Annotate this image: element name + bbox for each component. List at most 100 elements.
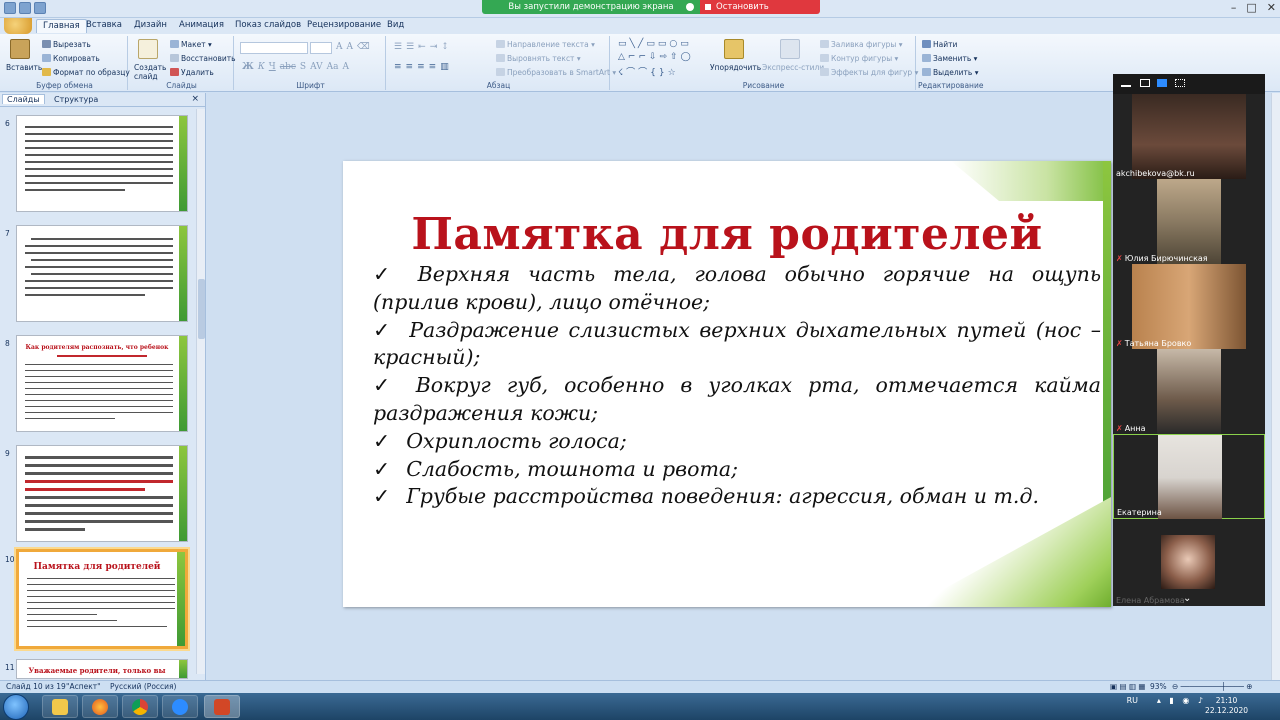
- quick-styles-button[interactable]: Экспресс-стили: [762, 63, 824, 72]
- zoom-level[interactable]: 93%: [1150, 682, 1167, 691]
- strikethrough-icon[interactable]: abc: [280, 62, 296, 72]
- shape-effects-button[interactable]: Эффекты для фигур ▾: [820, 68, 918, 77]
- language[interactable]: Русский (Россия): [110, 682, 176, 691]
- participant-tile[interactable]: Елена Абрамова ⌄: [1113, 519, 1265, 606]
- tab-review[interactable]: Рецензирование: [307, 20, 381, 30]
- slide-thumbnail-6[interactable]: [16, 115, 188, 212]
- reset-button[interactable]: Восстановить: [170, 54, 236, 63]
- layout-button[interactable]: Макет ▾: [170, 40, 212, 49]
- underline-icon[interactable]: Ч: [269, 62, 276, 72]
- cut-button[interactable]: Вырезать: [42, 40, 91, 49]
- shapes-gallery-row-3[interactable]: ☇⌒⌒{}☆: [618, 65, 679, 78]
- arrange-button[interactable]: Упорядочить: [710, 63, 761, 72]
- slide-thumbnail-7[interactable]: [16, 225, 188, 322]
- participant-tile-active[interactable]: Екатерина: [1113, 434, 1265, 520]
- canvas-scrollbar[interactable]: [1271, 93, 1280, 680]
- participant-tile[interactable]: ✗ Анна: [1113, 349, 1265, 434]
- tab-insert[interactable]: Вставка: [86, 20, 122, 30]
- clear-format-icon[interactable]: ⌫: [357, 42, 370, 52]
- shapes-gallery-row-2[interactable]: △⌐⌐⇩⇨⇧◯: [618, 52, 694, 62]
- tab-view[interactable]: Вид: [387, 20, 404, 30]
- smartart-button[interactable]: Преобразовать в SmartArt ▾: [496, 68, 616, 77]
- justify-icon[interactable]: ≡: [429, 62, 437, 72]
- participant-tile[interactable]: ✗ Юлия Бирючинская: [1113, 179, 1265, 264]
- spacing-icon[interactable]: AV: [310, 62, 323, 72]
- taskbar-zoom[interactable]: [162, 695, 198, 718]
- view-buttons[interactable]: ▣ ▤ ▥ ▦: [1110, 682, 1146, 691]
- paste-button[interactable]: Вставить: [6, 63, 42, 72]
- chevron-down-icon[interactable]: ⌄: [1183, 593, 1191, 604]
- minimize-icon[interactable]: –: [1231, 1, 1237, 14]
- italic-icon[interactable]: К: [258, 62, 265, 72]
- slide-thumbnail-11[interactable]: Уважаемые родители, только вы можете: [16, 659, 188, 679]
- taskbar-explorer[interactable]: [42, 695, 78, 718]
- close-icon[interactable]: ×: [191, 94, 199, 104]
- tab-design[interactable]: Дизайн: [134, 20, 167, 30]
- thumbnail-view-icon[interactable]: [1157, 79, 1167, 87]
- bold-icon[interactable]: Ж: [242, 62, 254, 72]
- speaker-view-icon[interactable]: [1140, 79, 1150, 87]
- tray-icons[interactable]: ▴ ▮ ◉ ♪: [1157, 696, 1206, 705]
- replace-button[interactable]: Заменить ▾: [922, 54, 977, 63]
- slides-pane-scrollbar[interactable]: [196, 109, 205, 674]
- maximize-icon[interactable]: □: [1246, 1, 1256, 14]
- close-icon[interactable]: ✕: [1267, 1, 1276, 14]
- indent-decrease-icon[interactable]: ⇤: [418, 42, 426, 52]
- taskbar-powerpoint[interactable]: [204, 695, 240, 718]
- grow-font-icon[interactable]: A: [336, 42, 343, 52]
- new-slide-button[interactable]: Создать слайд: [134, 63, 166, 81]
- list-tools: ☰ ☰ ⇤ ⇥ ↕: [394, 42, 449, 52]
- slide-body[interactable]: ✓ Верхняя часть тела, голова обычно горяч…: [373, 261, 1101, 511]
- tab-animation[interactable]: Анимация: [179, 20, 224, 30]
- save-icon[interactable]: [4, 2, 16, 14]
- select-button[interactable]: Выделить ▾: [922, 68, 978, 77]
- minimize-icon[interactable]: [1121, 79, 1131, 87]
- stop-share-button[interactable]: Остановить демонстрацию: [700, 0, 820, 26]
- start-button[interactable]: [3, 694, 29, 720]
- font-color-icon[interactable]: A: [343, 62, 350, 72]
- tab-outline[interactable]: Структура: [54, 95, 98, 104]
- participant-tile[interactable]: ✗ Татьяна Бровко: [1113, 264, 1265, 349]
- format-painter-button[interactable]: Формат по образцу: [42, 68, 130, 77]
- current-slide[interactable]: Памятка для родителей ✓ Верхняя часть тел…: [343, 161, 1111, 607]
- align-text-button[interactable]: Выровнять текст ▾: [496, 54, 581, 63]
- slide-thumbnail-9[interactable]: [16, 445, 188, 542]
- align-center-icon[interactable]: ≡: [406, 62, 414, 72]
- participant-tile[interactable]: akchibekova@bk.ru: [1113, 94, 1265, 179]
- office-button[interactable]: [4, 18, 32, 34]
- shapes-gallery-row-1[interactable]: ▭╲╱▭▭○▭: [618, 39, 692, 49]
- taskbar-firefox[interactable]: [82, 695, 118, 718]
- find-button[interactable]: Найти: [922, 40, 957, 49]
- text-direction-button[interactable]: Направление текста ▾: [496, 40, 595, 49]
- slide-thumbnail-10[interactable]: Памятка для родителей: [16, 549, 188, 649]
- slide-thumbnail-8[interactable]: Как родителям распознать, что ребенок: [16, 335, 188, 432]
- font-size-select[interactable]: [310, 42, 332, 54]
- copy-button[interactable]: Копировать: [42, 54, 100, 63]
- scrollbar-thumb[interactable]: [198, 279, 205, 339]
- shape-outline-button[interactable]: Контур фигуры ▾: [820, 54, 898, 63]
- undo-icon[interactable]: [19, 2, 31, 14]
- bullets-icon[interactable]: ☰: [394, 42, 402, 52]
- font-name-select[interactable]: [240, 42, 308, 54]
- taskbar-chrome[interactable]: [122, 695, 158, 718]
- delete-slide-button[interactable]: Удалить: [170, 68, 214, 77]
- slide-title[interactable]: Памятка для родителей: [343, 209, 1111, 260]
- shape-fill-button[interactable]: Заливка фигуры ▾: [820, 40, 903, 49]
- gallery-view-icon[interactable]: [1175, 79, 1185, 87]
- redo-icon[interactable]: [34, 2, 46, 14]
- numbering-icon[interactable]: ☰: [406, 42, 414, 52]
- columns-icon[interactable]: ▥: [440, 62, 449, 72]
- zoom-slider[interactable]: ⊖ ─────────┼──── ⊕: [1172, 682, 1253, 691]
- tab-home[interactable]: Главная: [36, 19, 87, 33]
- line-spacing-icon[interactable]: ↕: [441, 42, 449, 52]
- tab-slideshow[interactable]: Показ слайдов: [235, 20, 301, 30]
- shadow-icon[interactable]: S: [300, 62, 306, 72]
- tab-slides[interactable]: Слайды: [2, 94, 45, 104]
- case-icon[interactable]: Aa: [327, 62, 339, 72]
- align-left-icon[interactable]: ≡: [394, 62, 402, 72]
- system-clock[interactable]: 21:10 22.12.2020: [1205, 696, 1248, 716]
- indent-increase-icon[interactable]: ⇥: [430, 42, 438, 52]
- align-right-icon[interactable]: ≡: [417, 62, 425, 72]
- shrink-font-icon[interactable]: A: [347, 42, 354, 52]
- keyboard-language[interactable]: RU: [1127, 696, 1138, 705]
